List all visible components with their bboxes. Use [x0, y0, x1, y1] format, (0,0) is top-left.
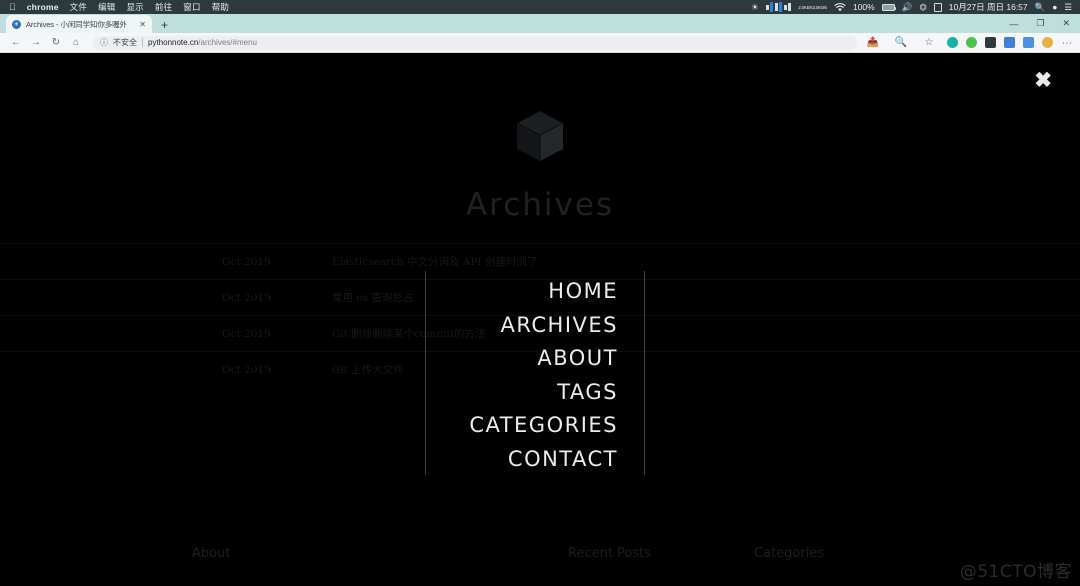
battery-icon[interactable]: [881, 3, 897, 11]
info-circle-icon[interactable]: ⓘ: [100, 37, 108, 48]
omnibox-divider: [142, 38, 143, 47]
site-footer: About Recent Posts Categories: [0, 533, 1080, 586]
share-icon[interactable]: 📤: [863, 37, 883, 48]
forward-arrow-icon[interactable]: →: [26, 37, 46, 48]
window-minimize-button[interactable]: —: [1009, 19, 1018, 29]
browser-toolbar: ← → ↻ ⌂ ⓘ 不安全 pythonnote.cn/archives/#me…: [0, 33, 1080, 53]
address-bar[interactable]: ⓘ 不安全 pythonnote.cn/archives/#menu: [92, 35, 857, 50]
window-close-button[interactable]: ✕: [1062, 18, 1070, 29]
security-status-label: 不安全: [113, 38, 137, 47]
menubar-app-name[interactable]: chrome: [27, 2, 59, 12]
browser-tabstrip: ☀ Archives - 小闲同学知你多喔外 ✕ + — ❐ ✕: [0, 14, 1080, 33]
menubar-item-go[interactable]: 前往: [155, 1, 172, 13]
menubar-item-help[interactable]: 帮助: [212, 1, 229, 13]
new-tab-button[interactable]: +: [161, 19, 168, 31]
os-menubar:  chrome 文件 编辑 显示 前往 窗口 帮助 ☀ 2.0KB/s 3.5…: [0, 0, 1080, 14]
menubar-item-edit[interactable]: 编辑: [98, 1, 115, 13]
tab-title: Archives - 小闲同学知你多喔外: [26, 19, 127, 29]
nav-item-about[interactable]: ABOUT: [0, 342, 618, 376]
os-menubar-left:  chrome 文件 编辑 显示 前往 窗口 帮助: [4, 1, 229, 13]
wifi-icon[interactable]: [834, 2, 846, 12]
extension-teal-icon[interactable]: [947, 37, 958, 48]
window-maximize-button[interactable]: ❐: [1036, 18, 1044, 29]
kebab-menu-icon[interactable]: ⋮: [1061, 38, 1072, 48]
browser-tab-active[interactable]: ☀ Archives - 小闲同学知你多喔外 ✕: [6, 15, 152, 33]
window-controls: — ❐ ✕: [1009, 18, 1080, 33]
overlay-nav-menu: HOME ARCHIVES ABOUT TAGS CATEGORIES CONT…: [0, 275, 645, 477]
website-page: ✖ Archives Oct 2019 Elasticsearch 中文分词及 …: [0, 53, 1080, 586]
menubar-item-file[interactable]: 文件: [70, 1, 87, 13]
back-arrow-icon[interactable]: ←: [6, 37, 26, 48]
battery-percent-label: 100%: [852, 2, 875, 12]
eject-icon[interactable]: ⏣: [919, 2, 926, 13]
siri-icon[interactable]: ●: [1052, 2, 1057, 12]
nav-item-contact[interactable]: CONTACT: [0, 443, 618, 477]
extension-green-icon[interactable]: [966, 37, 977, 48]
apple-icon[interactable]: : [9, 2, 16, 12]
network-monitor-icon[interactable]: [765, 2, 792, 13]
volume-icon[interactable]: 🔊: [902, 2, 913, 13]
star-icon[interactable]: ☆: [919, 37, 939, 48]
nav-item-home[interactable]: HOME: [0, 275, 618, 309]
spotlight-search-icon[interactable]: 🔍: [1035, 2, 1046, 13]
network-speed-indicator: 2.0KB/s 3.5KB/s: [798, 5, 827, 10]
toolbar-actions: 📤 🔍 ☆ ⋮: [863, 37, 1074, 48]
nav-item-archives[interactable]: ARCHIVES: [0, 309, 618, 343]
menubar-item-window[interactable]: 窗口: [183, 1, 200, 13]
footer-heading-about: About: [192, 546, 231, 561]
menubar-item-view[interactable]: 显示: [126, 1, 143, 13]
archive-date: Oct 2019: [222, 255, 271, 268]
extension-blue2-icon[interactable]: [1023, 37, 1034, 48]
address-bar-url: pythonnote.cn/archives/#menu: [148, 38, 257, 47]
site-header: Archives: [0, 108, 1080, 223]
page-title: Archives: [465, 187, 615, 223]
reload-icon[interactable]: ↻: [46, 37, 66, 48]
control-center-icon[interactable]: ☰: [1064, 2, 1072, 13]
nav-item-tags[interactable]: TAGS: [0, 376, 618, 410]
site-favicon: ☀: [12, 19, 21, 29]
brightness-icon[interactable]: ☀: [751, 2, 759, 13]
url-host: pythonnote.cn: [148, 38, 199, 47]
close-tab-icon[interactable]: ✕: [139, 20, 146, 29]
nav-item-categories[interactable]: CATEGORIES: [0, 409, 618, 443]
search-page-icon[interactable]: 🔍: [891, 37, 911, 48]
url-path: /archives/#menu: [198, 38, 257, 47]
os-menubar-status: ☀ 2.0KB/s 3.5KB/s 100% 🔊 ⏣ 10月27日 周日 16:…: [751, 1, 1076, 13]
network-speed-down: 3.5KB/s: [812, 4, 828, 10]
footer-heading-categories: Categories: [754, 546, 825, 561]
watermark-label: @51CTO博客: [959, 562, 1072, 582]
extension-dark-icon[interactable]: [985, 37, 996, 48]
screenshot-root:  chrome 文件 编辑 显示 前往 窗口 帮助 ☀ 2.0KB/s 3.5…: [0, 0, 1080, 586]
network-speed-up: 2.0KB/s: [798, 4, 813, 10]
close-overlay-icon[interactable]: ✖: [1034, 70, 1052, 91]
clock-datetime[interactable]: 10月27日 周日 16:57: [949, 1, 1028, 13]
input-source-icon[interactable]: [933, 2, 942, 12]
home-icon[interactable]: ⌂: [66, 37, 86, 48]
extension-blue-icon[interactable]: [1004, 37, 1015, 48]
footer-heading-recent-posts: Recent Posts: [568, 546, 652, 561]
profile-avatar-icon[interactable]: [1042, 37, 1053, 48]
archive-title[interactable]: Elasticsearch 中文分词及 API 创建时间了: [332, 254, 537, 269]
cube-logo-icon: [514, 108, 566, 169]
